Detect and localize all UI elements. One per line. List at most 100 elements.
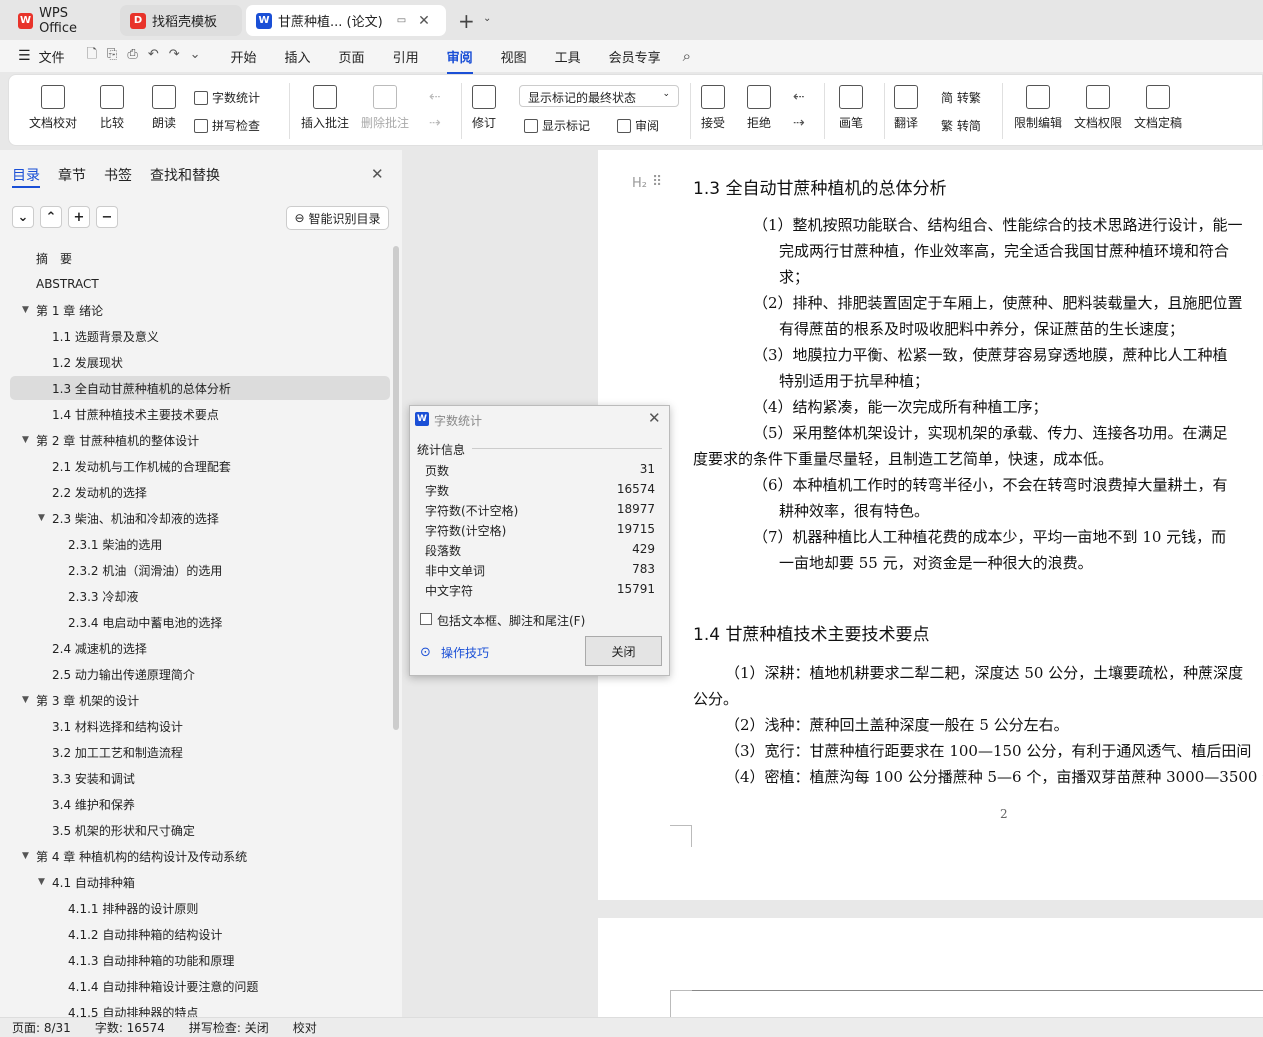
chevron-down-icon[interactable]: ▼: [38, 877, 52, 887]
collapse-icon[interactable]: ⌄: [12, 206, 34, 228]
paragraph-line[interactable]: 公分。: [693, 688, 738, 709]
finalize-button[interactable]: 文档定稿: [1134, 85, 1182, 131]
compare-button[interactable]: 比较: [100, 85, 124, 131]
toc-item[interactable]: 1.4 甘蔗种植技术主要技术要点: [10, 402, 390, 426]
toc-item[interactable]: 2.2 发动机的选择: [10, 480, 390, 504]
pen-button[interactable]: 画笔: [839, 85, 863, 131]
reject-button[interactable]: 拒绝: [747, 85, 771, 131]
paragraph-line[interactable]: （4）结构紧凑，能一次完成所有种植工序；: [753, 396, 1048, 417]
menu-page[interactable]: 页面: [325, 47, 379, 66]
paragraph-line[interactable]: （5）采用整体机架设计，实现机架的承载、传力、连接各功用。在满足: [753, 422, 1228, 443]
toc-item[interactable]: 2.3.4 电启动中蓄电池的选择: [10, 610, 390, 634]
menu-file[interactable]: 文件: [35, 47, 79, 66]
quick-access-icons[interactable]: 🗋⎘⎙↶↷⌄: [87, 45, 211, 67]
menu-home[interactable]: 开始: [217, 47, 271, 66]
menu-review[interactable]: 审阅: [433, 47, 487, 74]
chevron-down-icon[interactable]: ▼: [22, 851, 36, 861]
toc-item[interactable]: 4.1.4 自动排种箱设计要注意的问题: [10, 974, 390, 998]
tab-toc[interactable]: 目录: [12, 165, 40, 185]
tab-bookmarks[interactable]: 书签: [104, 165, 132, 185]
paragraph-line[interactable]: （2）排种、排肥装置固定于车厢上，使蔗种、肥料装载量大，且施肥位置: [753, 292, 1243, 313]
new-tab-icon[interactable]: +: [458, 9, 475, 33]
toc-item[interactable]: 2.3.2 机油（润滑油）的选用: [10, 558, 390, 582]
to-simplified-button[interactable]: 繁 转简: [941, 117, 981, 134]
paragraph-line[interactable]: 求；: [779, 266, 809, 287]
tab-wps-office[interactable]: W WPS Office: [8, 5, 116, 36]
translate-button[interactable]: 翻译: [894, 85, 918, 131]
accept-button[interactable]: 接受: [701, 85, 725, 131]
restrict-editing-button[interactable]: 限制编辑: [1014, 85, 1062, 131]
toc-item[interactable]: 2.4 减速机的选择: [10, 636, 390, 660]
menu-view[interactable]: 视图: [487, 47, 541, 66]
toc-item[interactable]: 3.1 材料选择和结构设计: [10, 714, 390, 738]
expand-up-icon[interactable]: ⌃: [40, 206, 62, 228]
tips-link[interactable]: 操作技巧: [441, 644, 489, 661]
dialog-close-icon[interactable]: ✕: [648, 409, 661, 427]
paragraph-line[interactable]: （6）本种植机工作时的转弯半径小，不会在转弯时浪费掉大量耕土，有: [753, 474, 1228, 495]
paragraph-line[interactable]: 度要求的条件下重量尽量轻，且制造工艺简单，快速，成本低。: [693, 448, 1113, 469]
include-textbox-checkbox[interactable]: [420, 613, 432, 625]
toc-item[interactable]: 摘 要: [10, 246, 390, 270]
chevron-down-icon[interactable]: ▼: [22, 695, 36, 705]
paragraph-line[interactable]: 特别适用于抗旱种植；: [779, 370, 929, 391]
prev-comment-icon[interactable]: ⇠: [429, 89, 441, 105]
prev-change-icon[interactable]: ⇠: [793, 89, 805, 105]
tab-find-replace[interactable]: 查找和替换: [150, 165, 220, 185]
toc-item[interactable]: ▼ 2.3 柴油、机油和冷却液的选择: [10, 506, 390, 530]
hamburger-icon[interactable]: ☰: [0, 48, 35, 64]
to-traditional-button[interactable]: 简 转繁: [941, 89, 981, 106]
toc-item[interactable]: 2.3.1 柴油的选用: [10, 532, 390, 556]
track-changes-button[interactable]: 修订: [472, 85, 496, 131]
review-pane-button[interactable]: 审阅: [617, 117, 659, 134]
display-state-select[interactable]: 显示标记的最终状态 ⌄: [519, 85, 679, 107]
toc-item[interactable]: ABSTRACT: [10, 272, 390, 296]
toc-item[interactable]: 2.1 发动机与工作机械的合理配套: [10, 454, 390, 478]
toc-item[interactable]: 1.3 全自动甘蔗种植机的总体分析: [10, 376, 390, 400]
toc-item[interactable]: 3.5 机架的形状和尺寸确定: [10, 818, 390, 842]
paragraph-line[interactable]: （3）宽行：甘蔗种植行距要求在 100—150 公分，有利于通风透气、植后田间: [725, 740, 1251, 761]
doc-check-button[interactable]: 文档校对: [29, 85, 77, 131]
toc-item[interactable]: 3.2 加工工艺和制造流程: [10, 740, 390, 764]
heading-1-3[interactable]: 1.3 全自动甘蔗种植机的总体分析: [693, 174, 946, 199]
close-tab-icon[interactable]: ✕: [418, 13, 430, 29]
menu-insert[interactable]: 插入: [271, 47, 325, 66]
menu-references[interactable]: 引用: [379, 47, 433, 66]
status-spell[interactable]: 拼写检查: 关闭: [177, 1019, 281, 1036]
tab-docer-templates[interactable]: D 找稻壳模板: [120, 5, 242, 36]
next-comment-icon[interactable]: ⇢: [429, 115, 441, 131]
drag-handle-icon[interactable]: ⠿: [652, 174, 662, 190]
insert-comment-button[interactable]: 插入批注: [301, 85, 349, 131]
chevron-down-icon[interactable]: ▼: [38, 513, 52, 523]
toc-item[interactable]: 2.3.3 冷却液: [10, 584, 390, 608]
paragraph-line[interactable]: 有得蔗苗的根系及时吸收肥料中养分，保证蔗苗的生长速度；: [779, 318, 1184, 339]
close-button[interactable]: 关闭: [585, 636, 662, 666]
add-heading-icon[interactable]: +: [68, 206, 90, 228]
toc-item[interactable]: 3.4 维护和保养: [10, 792, 390, 816]
toc-item[interactable]: 3.3 安装和调试: [10, 766, 390, 790]
tab-current-document[interactable]: W 甘蔗种植... (论文) ▭ ✕: [246, 5, 446, 36]
paragraph-line[interactable]: 耕种效率，很有特色。: [779, 500, 929, 521]
spell-check-button[interactable]: 拼写检查: [194, 117, 260, 134]
menu-member[interactable]: 会员专享: [595, 47, 675, 66]
next-change-icon[interactable]: ⇢: [793, 115, 805, 131]
toc-item[interactable]: ▼ 第 3 章 机架的设计: [10, 688, 390, 712]
toc-item[interactable]: 1.1 选题背景及意义: [10, 324, 390, 348]
close-pane-icon[interactable]: ✕: [371, 165, 384, 183]
toc-item[interactable]: ▼ 第 4 章 种植机构的结构设计及传动系统: [10, 844, 390, 868]
word-count-button[interactable]: 字数统计: [194, 89, 260, 106]
menu-tools[interactable]: 工具: [541, 47, 595, 66]
toc-item[interactable]: ▼ 4.1 自动排种箱: [10, 870, 390, 894]
read-aloud-button[interactable]: 朗读: [152, 85, 176, 131]
paragraph-line[interactable]: （4）密植：植蔗沟每 100 公分播蔗种 5—6 个，亩播双芽苗蔗种 3000—…: [725, 766, 1263, 787]
paragraph-line[interactable]: 完成两行甘蔗种植，作业效率高，完全适合我国甘蔗种植环境和符合: [779, 240, 1229, 261]
window-icon[interactable]: ▭: [397, 15, 406, 26]
status-words[interactable]: 字数: 16574: [83, 1019, 177, 1036]
toc-item[interactable]: 1.2 发展现状: [10, 350, 390, 374]
delete-comment-button[interactable]: 删除批注: [361, 85, 409, 131]
smart-toc-button[interactable]: ⊖ 智能识别目录: [286, 206, 389, 230]
scrollbar[interactable]: [393, 246, 399, 730]
paragraph-line[interactable]: （2）浅种：蔗种回土盖种深度一般在 5 公分左右。: [725, 714, 1069, 735]
show-marks-button[interactable]: 显示标记: [524, 117, 590, 134]
chevron-down-icon[interactable]: ▼: [22, 435, 36, 445]
toc-item[interactable]: ▼ 第 2 章 甘蔗种植机的整体设计: [10, 428, 390, 452]
